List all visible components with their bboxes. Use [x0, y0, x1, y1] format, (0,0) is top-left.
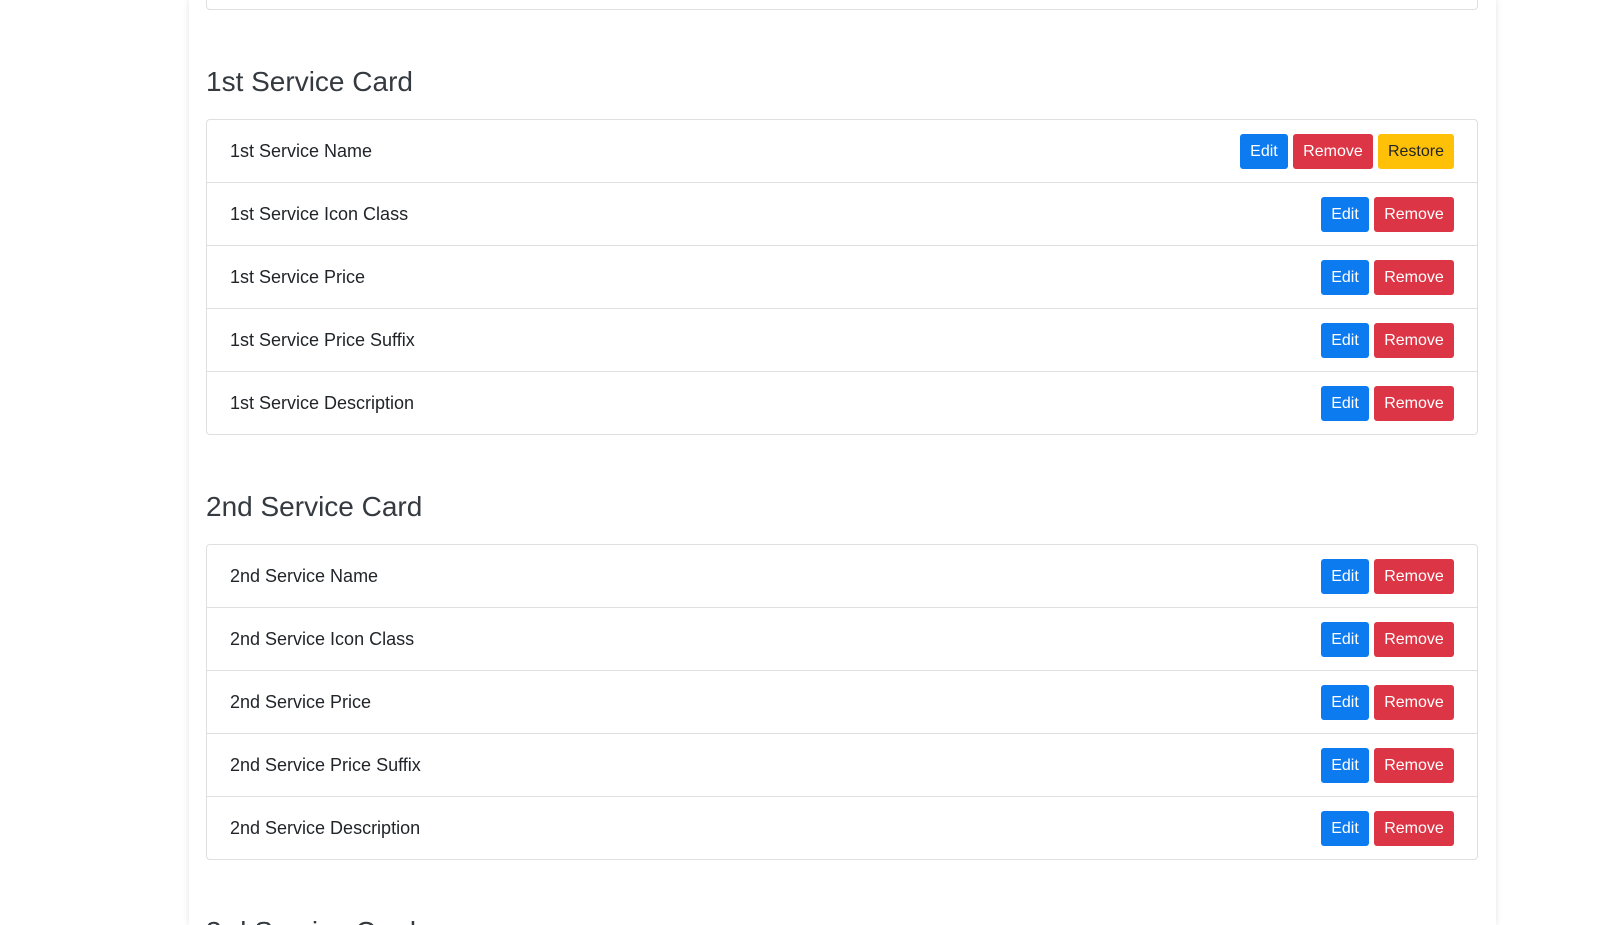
- row-actions: Edit Remove: [1321, 747, 1454, 783]
- section-title: 1st Service Card: [206, 66, 413, 97]
- section-title: 2nd Service Card: [206, 491, 423, 522]
- field-label: 1st Service Description: [230, 392, 415, 413]
- field-label: 1st Service Icon Class: [230, 203, 409, 224]
- edit-button[interactable]: Edit: [1321, 684, 1369, 720]
- field-label: 1st Service Price Suffix: [230, 329, 415, 350]
- remove-button[interactable]: Remove: [1374, 810, 1454, 846]
- list-item: 1st Service Price Edit Remove: [207, 245, 1477, 308]
- main-content-panel: 1st Service Card 1st Service Name Edit R…: [189, 0, 1496, 925]
- list-item: 2nd Service Icon Class Edit Remove: [207, 607, 1477, 670]
- edit-button[interactable]: Edit: [1321, 385, 1369, 421]
- edit-button[interactable]: Edit: [1321, 259, 1369, 295]
- row-actions: Edit Remove: [1321, 196, 1454, 232]
- service-fields-list: 1st Service Name Edit Remove Restore 1st…: [206, 119, 1478, 435]
- service-fields-list: 2nd Service Name Edit Remove 2nd Service…: [206, 544, 1478, 860]
- service-card-section-2: 2nd Service Card 2nd Service Name Edit R…: [206, 490, 1478, 860]
- row-actions: Edit Remove: [1321, 621, 1454, 657]
- field-label: 2nd Service Name: [230, 565, 379, 586]
- remove-button[interactable]: Remove: [1374, 385, 1454, 421]
- remove-button[interactable]: Remove: [1374, 621, 1454, 657]
- field-label: 1st Service Price: [230, 266, 366, 287]
- edit-button[interactable]: Edit: [1239, 133, 1288, 169]
- field-label: 2nd Service Icon Class: [230, 628, 415, 649]
- remove-button[interactable]: Remove: [1374, 259, 1454, 295]
- list-item: 1st Service Description Edit Remove: [207, 371, 1477, 434]
- list-item: 1st Service Icon Class Edit Remove: [207, 182, 1477, 245]
- edit-button[interactable]: Edit: [1321, 558, 1369, 594]
- list-item: 2nd Service Price Suffix Edit Remove: [207, 733, 1477, 796]
- section-title: 3rd Service Card: [206, 915, 1478, 925]
- edit-button[interactable]: Edit: [1321, 621, 1369, 657]
- row-actions: Edit Remove: [1321, 810, 1454, 846]
- list-item: 2nd Service Name Edit Remove: [207, 545, 1477, 607]
- list-item: 2nd Service Description Edit Remove: [207, 796, 1477, 859]
- remove-button[interactable]: Remove: [1374, 322, 1454, 358]
- field-label: 2nd Service Price Suffix: [230, 754, 421, 775]
- edit-button[interactable]: Edit: [1321, 196, 1369, 232]
- edit-button[interactable]: Edit: [1321, 747, 1369, 783]
- service-card-section-3: 3rd Service Card: [206, 915, 1478, 925]
- row-actions: Edit Remove: [1321, 684, 1454, 720]
- edit-button[interactable]: Edit: [1321, 322, 1369, 358]
- field-label: 2nd Service Price: [230, 691, 372, 712]
- row-actions: Edit Remove: [1321, 385, 1454, 421]
- row-actions: Edit Remove Restore: [1239, 133, 1454, 169]
- restore-button[interactable]: Restore: [1377, 133, 1454, 169]
- service-card-section-1: 1st Service Card 1st Service Name Edit R…: [206, 65, 1478, 435]
- remove-button[interactable]: Remove: [1374, 684, 1454, 720]
- remove-button[interactable]: Remove: [1374, 747, 1454, 783]
- list-item: 2nd Service Price Edit Remove: [207, 670, 1477, 733]
- remove-button[interactable]: Remove: [1374, 558, 1454, 594]
- row-actions: Edit Remove: [1321, 322, 1454, 358]
- list-item: 1st Service Price Suffix Edit Remove: [207, 308, 1477, 371]
- remove-button[interactable]: Remove: [1374, 196, 1454, 232]
- row-actions: Edit Remove: [1321, 259, 1454, 295]
- list-item: 1st Service Name Edit Remove Restore: [207, 120, 1477, 182]
- remove-button[interactable]: Remove: [1292, 133, 1373, 169]
- edit-button[interactable]: Edit: [1321, 810, 1369, 846]
- field-label: 1st Service Name: [230, 140, 373, 161]
- row-actions: Edit Remove: [1321, 558, 1454, 594]
- field-label: 2nd Service Description: [230, 817, 421, 838]
- previous-list-group-bottom: [206, 0, 1478, 10]
